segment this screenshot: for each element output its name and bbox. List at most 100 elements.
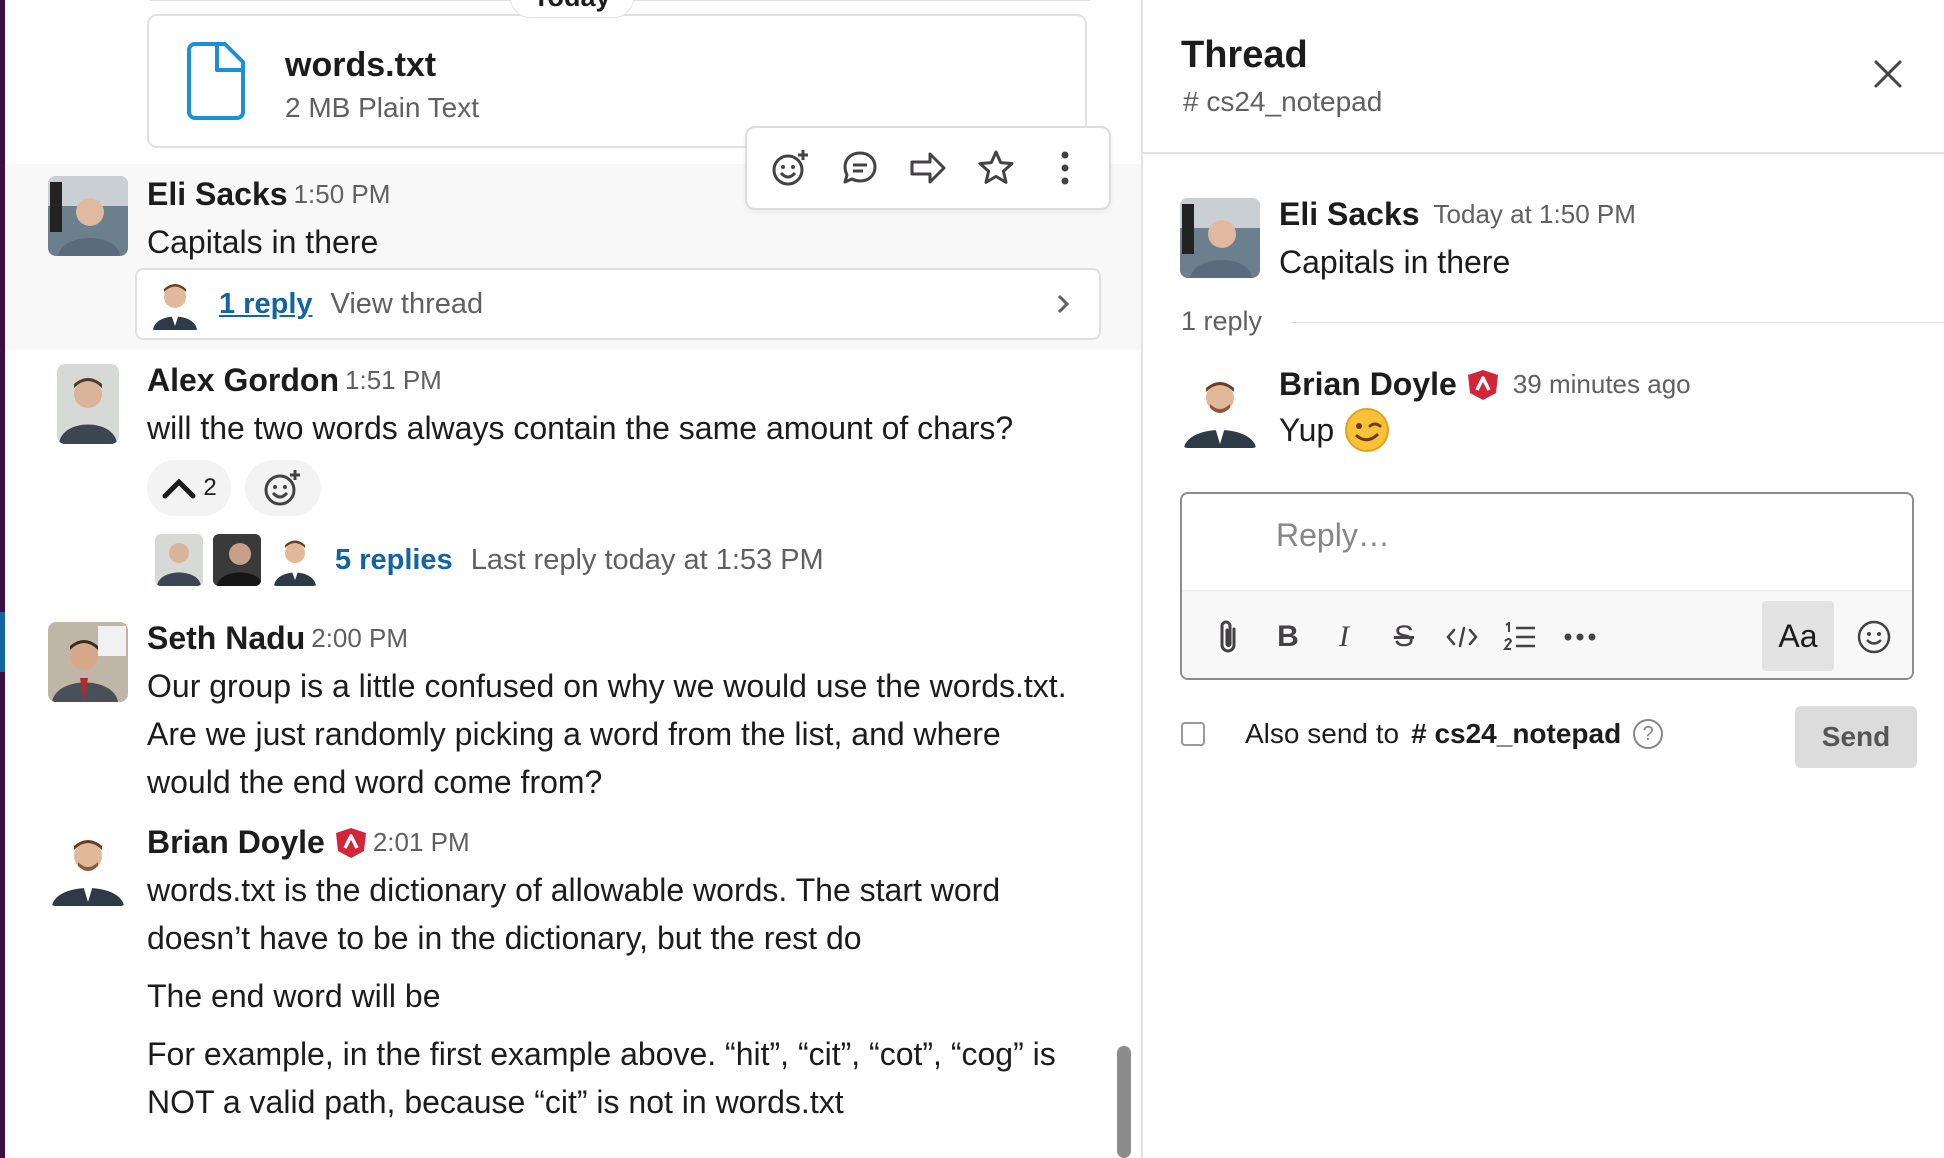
- reply-input[interactable]: [1276, 512, 1876, 558]
- message-text: will the two words always contain the sa…: [147, 410, 1014, 446]
- star-icon: [978, 150, 1014, 184]
- replier-avatar: [271, 534, 319, 586]
- message-text: would the end word come from?: [147, 764, 603, 800]
- channel-messages[interactable]: words.txt 2 MB Plain Text Today Eli Sack…: [5, 0, 1141, 1158]
- replier-avatar: [213, 534, 261, 586]
- close-icon[interactable]: [1870, 56, 1906, 92]
- file-meta: 2 MB Plain Text: [285, 92, 480, 123]
- message-text: words.txt is the dictionary of allowable…: [147, 872, 1001, 908]
- strikethrough-button[interactable]: S: [1376, 609, 1432, 665]
- message-text: Capitals in there: [147, 224, 379, 260]
- save-message-button[interactable]: [973, 145, 1019, 191]
- formatting-toggle-button[interactable]: Aa: [1762, 601, 1834, 671]
- reply-in-thread-button[interactable]: [837, 145, 883, 191]
- avatar[interactable]: [48, 622, 128, 702]
- help-icon[interactable]: ?: [1633, 719, 1664, 749]
- reply-composer[interactable]: B I S Aa: [1180, 492, 1914, 680]
- add-reaction-icon: [772, 150, 809, 186]
- admin-shield-badge-icon: [1467, 369, 1498, 400]
- admin-shield-badge-icon: [335, 827, 366, 858]
- paperclip-icon: [1220, 620, 1236, 653]
- scrollbar-thumb[interactable]: [1117, 1046, 1131, 1158]
- thread-reply-count-link[interactable]: 5 replies: [335, 544, 453, 577]
- message-timestamp[interactable]: Today at 1:50 PM: [1434, 199, 1636, 230]
- send-button[interactable]: Send: [1795, 706, 1917, 768]
- message-text: doesn’t have to be in the dictionary, bu…: [147, 920, 862, 956]
- avatar[interactable]: [1180, 368, 1260, 448]
- author-name[interactable]: Eli Sacks: [1279, 196, 1420, 233]
- more-actions-button[interactable]: [1042, 145, 1088, 191]
- avatar[interactable]: [57, 364, 119, 444]
- add-reaction-icon: [264, 470, 300, 506]
- ordered-list-icon: [1503, 622, 1535, 650]
- also-send-channel: # cs24_notepad: [1411, 718, 1622, 749]
- message-timestamp[interactable]: 1:51 PM: [345, 365, 442, 396]
- also-send-option: Also send to # cs24_notepad ?: [1181, 718, 1664, 750]
- thread-summary[interactable]: 5 replies Last reply today at 1:53 PM: [155, 534, 824, 586]
- caret-up-icon: [162, 478, 196, 499]
- thread-channel-link[interactable]: # cs24_notepad: [1183, 86, 1382, 118]
- author-name[interactable]: Brian Doyle: [147, 824, 325, 861]
- message-text: The end word will be: [147, 978, 441, 1014]
- thread-reply-count-link[interactable]: 1 reply: [219, 288, 313, 321]
- reaction-pill[interactable]: 2: [147, 460, 231, 516]
- message-item[interactable]: Seth Nadu 2:00 PM Our group is a little …: [5, 620, 1141, 810]
- bold-icon: B: [1277, 620, 1299, 653]
- message-text: Are we just randomly picking a word from…: [147, 716, 1001, 752]
- avatar[interactable]: [48, 176, 128, 256]
- horizontal-ellipsis-icon: [1564, 633, 1596, 641]
- formatting-toolbar: B I S Aa: [1182, 590, 1912, 678]
- message-text: Capitals in there: [1279, 244, 1511, 280]
- message-text: Our group is a little confused on why we…: [147, 668, 1067, 704]
- reply-separator: [1291, 322, 1944, 323]
- message-timestamp[interactable]: 1:50 PM: [294, 179, 391, 210]
- code-icon: [1446, 626, 1478, 648]
- thread-reply-count: 1 reply: [1181, 306, 1263, 336]
- thread-title: Thread: [1181, 34, 1308, 76]
- view-thread-link[interactable]: View thread: [331, 288, 484, 321]
- thread-pane: Thread # cs24_notepad Eli Sacks Today at…: [1143, 0, 1944, 1158]
- aa-label: Aa: [1778, 617, 1818, 654]
- message-timestamp[interactable]: 2:01 PM: [373, 827, 470, 858]
- avatar[interactable]: [1180, 198, 1260, 278]
- comment-icon: [843, 151, 877, 184]
- italic-button[interactable]: I: [1316, 609, 1372, 665]
- last-reply-time: Last reply today at 1:53 PM: [470, 543, 824, 576]
- chevron-right-icon: [1057, 294, 1070, 314]
- also-send-label: Also send to: [1245, 718, 1400, 749]
- thread-header: Thread # cs24_notepad: [1143, 0, 1944, 154]
- replier-avatar: [155, 534, 203, 586]
- reaction-count: 2: [203, 474, 217, 501]
- file-icon: [187, 42, 245, 120]
- emoji-button[interactable]: [1846, 609, 1902, 665]
- also-send-checkbox[interactable]: [1181, 722, 1205, 746]
- thread-summary-bar[interactable]: 1 reply View thread: [135, 268, 1101, 340]
- share-arrow-icon: [910, 152, 946, 184]
- numbered-list-button[interactable]: [1492, 609, 1548, 665]
- add-reaction-button[interactable]: [768, 145, 814, 191]
- author-name[interactable]: Seth Nadu: [147, 620, 305, 657]
- vertical-ellipsis-icon: [1061, 151, 1069, 185]
- add-reaction-button[interactable]: [245, 460, 321, 516]
- thread-parent-message[interactable]: Eli Sacks Today at 1:50 PM Capitals in t…: [1143, 196, 1944, 286]
- message-text: For example, in the first example above.…: [147, 1036, 1056, 1072]
- message-item[interactable]: Brian Doyle 2:01 PM words.txt is the dic…: [5, 824, 1141, 1158]
- share-message-button[interactable]: [905, 145, 951, 191]
- smiley-icon: [1857, 620, 1891, 654]
- thread-reply-message[interactable]: Brian Doyle 39 minutes ago Yup: [1143, 366, 1944, 462]
- file-name[interactable]: words.txt: [285, 46, 436, 85]
- attach-button[interactable]: [1200, 609, 1256, 665]
- code-button[interactable]: [1434, 609, 1490, 665]
- avatar[interactable]: [48, 826, 128, 906]
- more-formatting-button[interactable]: [1552, 609, 1608, 665]
- message-timestamp[interactable]: 39 minutes ago: [1513, 369, 1691, 400]
- italic-icon: I: [1339, 620, 1349, 653]
- day-divider-label[interactable]: Today: [510, 0, 634, 18]
- message-text: NOT a valid path, because “cit” is not i…: [147, 1084, 844, 1120]
- message-actions-toolbar: [745, 126, 1111, 210]
- bold-button[interactable]: B: [1260, 609, 1316, 665]
- message-timestamp[interactable]: 2:00 PM: [311, 623, 408, 654]
- author-name[interactable]: Brian Doyle: [1279, 366, 1457, 403]
- author-name[interactable]: Alex Gordon: [147, 362, 339, 399]
- author-name[interactable]: Eli Sacks: [147, 176, 288, 213]
